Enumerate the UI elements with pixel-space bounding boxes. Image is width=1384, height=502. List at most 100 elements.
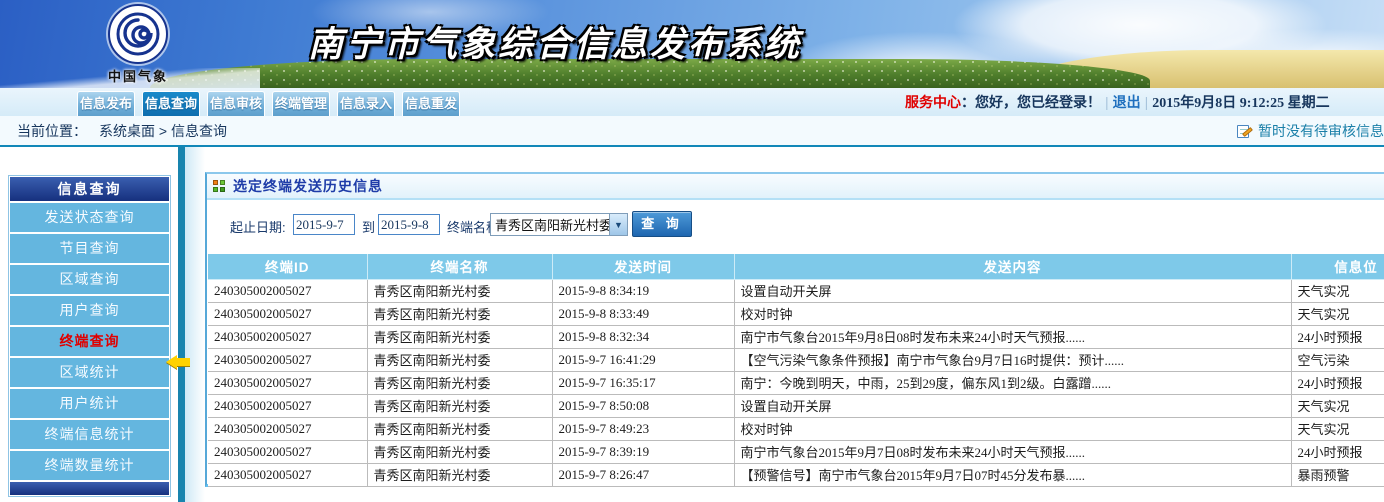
col-send-time: 发送时间 bbox=[552, 254, 734, 279]
cell-terminal-id: 240305002005027 bbox=[208, 417, 367, 440]
cell-terminal-name: 青秀区南阳新光村委 bbox=[367, 440, 552, 463]
service-center-label: 服务中心 bbox=[905, 94, 961, 110]
cell-terminal-id: 240305002005027 bbox=[208, 348, 367, 371]
cell-terminal-name: 青秀区南阳新光村委 bbox=[367, 348, 552, 371]
cell-terminal-name: 青秀区南阳新光村委 bbox=[367, 279, 552, 302]
tab-info-publish[interactable]: 信息发布 bbox=[77, 91, 135, 116]
date-to-input[interactable] bbox=[378, 214, 440, 235]
table-row: 240305002005027 青秀区南阳新光村委 2015-9-7 16:35… bbox=[208, 371, 1384, 394]
cell-send-time: 2015-9-7 8:39:19 bbox=[552, 440, 734, 463]
cell-send-time: 2015-9-8 8:33:49 bbox=[552, 302, 734, 325]
breadcrumb-label: 当前位置： bbox=[17, 123, 87, 139]
audit-notice-text[interactable]: 暂时没有待审核信息 bbox=[1258, 121, 1384, 141]
cell-terminal-id: 240305002005027 bbox=[208, 371, 367, 394]
cell-terminal-name: 青秀区南阳新光村委 bbox=[367, 463, 552, 486]
sidebar-item-send-status-query[interactable]: 发送状态查询 bbox=[10, 203, 169, 232]
main-panel: 选定终端发送历史信息 起止日期: 到 终端名称： 青秀区南阳新光村委 ▼ 查 询… bbox=[205, 172, 1384, 487]
logout-link[interactable]: 退出 bbox=[1113, 94, 1141, 110]
cell-info-category: 天气实况 bbox=[1291, 417, 1384, 440]
cell-terminal-id: 240305002005027 bbox=[208, 394, 367, 417]
cell-send-content: 校对时钟 bbox=[734, 417, 1291, 440]
sidebar-item-program-query[interactable]: 节目查询 bbox=[10, 234, 169, 263]
sidebar-header: 信息查询 bbox=[10, 177, 169, 201]
top-banner: 中国气象 南宁市气象综合信息发布系统 bbox=[0, 0, 1384, 88]
login-greeting: ：您好，您已经登录！ bbox=[961, 94, 1101, 110]
sidebar-collapse-arrow-icon[interactable] bbox=[166, 355, 190, 369]
cell-info-category: 24小时预报 bbox=[1291, 440, 1384, 463]
cell-info-category: 24小时预报 bbox=[1291, 325, 1384, 348]
sidebar-item-region-query[interactable]: 区域查询 bbox=[10, 265, 169, 294]
table-header-row: 终端ID 终端名称 发送时间 发送内容 信息位 bbox=[208, 254, 1384, 279]
to-label: 到 bbox=[362, 217, 375, 236]
cell-send-content: 南宁：今晚到明天，中雨，25到29度，偏东风1到2级。白露蹭...... bbox=[734, 371, 1291, 394]
sidebar-item-region-stats[interactable]: 区域统计 bbox=[10, 358, 169, 387]
tab-info-entry[interactable]: 信息录入 bbox=[337, 91, 395, 116]
cell-send-content: 南宁市气象台2015年9月8日08时发布未来24小时天气预报...... bbox=[734, 325, 1291, 348]
sidebar-item-terminal-query[interactable]: 终端查询 bbox=[10, 327, 169, 356]
cell-terminal-name: 青秀区南阳新光村委 bbox=[367, 417, 552, 440]
breadcrumb: 当前位置： 系统桌面 > 信息查询 bbox=[17, 121, 227, 141]
cell-send-content: 【预警信号】南宁市气象台2015年9月7日07时45分发布暴...... bbox=[734, 463, 1291, 486]
tab-info-query[interactable]: 信息查询 bbox=[142, 91, 200, 116]
cell-info-category: 暴雨预警 bbox=[1291, 463, 1384, 486]
cell-send-content: 设置自动开关屏 bbox=[734, 279, 1291, 302]
cell-terminal-name: 青秀区南阳新光村委 bbox=[367, 325, 552, 348]
breadcrumb-path[interactable]: 系统桌面 > 信息查询 bbox=[99, 123, 227, 139]
cell-send-content: 设置自动开关屏 bbox=[734, 394, 1291, 417]
sidebar-item-terminal-info-stats[interactable]: 终端信息统计 bbox=[10, 420, 169, 449]
sidebar-item-user-stats[interactable]: 用户统计 bbox=[10, 389, 169, 418]
terminal-select-value: 青秀区南阳新光村委 bbox=[491, 215, 609, 234]
date-range-label: 起止日期: bbox=[230, 217, 286, 236]
cell-info-category: 天气实况 bbox=[1291, 394, 1384, 417]
cell-send-content: 校对时钟 bbox=[734, 302, 1291, 325]
cell-terminal-id: 240305002005027 bbox=[208, 302, 367, 325]
cell-send-time: 2015-9-8 8:34:19 bbox=[552, 279, 734, 302]
cell-send-content: 南宁市气象台2015年9月7日08时发布未来24小时天气预报...... bbox=[734, 440, 1291, 463]
chevron-down-icon: ▼ bbox=[609, 214, 627, 235]
notepad-pencil-icon bbox=[1237, 124, 1252, 139]
tab-terminal-manage[interactable]: 终端管理 bbox=[272, 91, 330, 116]
query-form: 起止日期: 到 终端名称： 青秀区南阳新光村委 ▼ 查 询 bbox=[207, 200, 1384, 252]
vertical-divider-fade bbox=[185, 147, 205, 502]
cell-send-time: 2015-9-7 8:50:08 bbox=[552, 394, 734, 417]
tab-info-resend[interactable]: 信息重发 bbox=[402, 91, 460, 116]
panel-title: 选定终端发送历史信息 bbox=[233, 176, 383, 196]
cell-send-time: 2015-9-7 8:26:47 bbox=[552, 463, 734, 486]
sidebar-item-terminal-count-stats[interactable]: 终端数量统计 bbox=[10, 451, 169, 480]
service-center-bar: 服务中心：您好，您已经登录！|退出|2015年9月8日 9:12:25 星期二 bbox=[905, 88, 1330, 116]
panel-titlebar: 选定终端发送历史信息 bbox=[207, 174, 1384, 200]
col-info-category: 信息位 bbox=[1291, 254, 1384, 279]
history-table: 终端ID 终端名称 发送时间 发送内容 信息位 240305002005027 … bbox=[208, 254, 1384, 487]
terminal-select[interactable]: 青秀区南阳新光村委 ▼ bbox=[490, 213, 628, 236]
datetime-text: 2015年9月8日 9:12:25 星期二 bbox=[1152, 96, 1329, 111]
cell-terminal-name: 青秀区南阳新光村委 bbox=[367, 302, 552, 325]
cell-terminal-id: 240305002005027 bbox=[208, 279, 367, 302]
cell-terminal-name: 青秀区南阳新光村委 bbox=[367, 371, 552, 394]
sidebar-footer bbox=[10, 482, 169, 495]
nav-tabs: 信息发布 信息查询 信息审核 终端管理 信息录入 信息重发 bbox=[77, 91, 460, 116]
cell-terminal-id: 240305002005027 bbox=[208, 325, 367, 348]
cell-info-category: 24小时预报 bbox=[1291, 371, 1384, 394]
cell-send-time: 2015-9-8 8:32:34 bbox=[552, 325, 734, 348]
history-table-wrap: 终端ID 终端名称 发送时间 发送内容 信息位 240305002005027 … bbox=[208, 254, 1384, 487]
breadcrumb-bar: 当前位置： 系统桌面 > 信息查询 bbox=[0, 116, 1384, 147]
search-button[interactable]: 查 询 bbox=[632, 211, 692, 237]
cell-terminal-id: 240305002005027 bbox=[208, 463, 367, 486]
date-from-input[interactable] bbox=[293, 214, 355, 235]
table-row: 240305002005027 青秀区南阳新光村委 2015-9-8 8:32:… bbox=[208, 325, 1384, 348]
table-row: 240305002005027 青秀区南阳新光村委 2015-9-7 16:41… bbox=[208, 348, 1384, 371]
table-row: 240305002005027 青秀区南阳新光村委 2015-9-8 8:33:… bbox=[208, 302, 1384, 325]
vertical-divider bbox=[178, 147, 185, 502]
logo-caption: 中国气象 bbox=[103, 66, 173, 85]
col-send-content: 发送内容 bbox=[734, 254, 1291, 279]
table-row: 240305002005027 青秀区南阳新光村委 2015-9-8 8:34:… bbox=[208, 279, 1384, 302]
table-row: 240305002005027 青秀区南阳新光村委 2015-9-7 8:50:… bbox=[208, 394, 1384, 417]
sidebar-item-user-query[interactable]: 用户查询 bbox=[10, 296, 169, 325]
cell-send-time: 2015-9-7 16:35:17 bbox=[552, 371, 734, 394]
tab-info-audit[interactable]: 信息审核 bbox=[207, 91, 265, 116]
cell-info-category: 天气实况 bbox=[1291, 279, 1384, 302]
cma-logo: 中国气象 bbox=[103, 4, 173, 85]
table-row: 240305002005027 青秀区南阳新光村委 2015-9-7 8:49:… bbox=[208, 417, 1384, 440]
col-terminal-id: 终端ID bbox=[208, 254, 367, 279]
cell-send-content: 【空气污染气象条件预报】南宁市气象台9月7日16时提供：预计...... bbox=[734, 348, 1291, 371]
